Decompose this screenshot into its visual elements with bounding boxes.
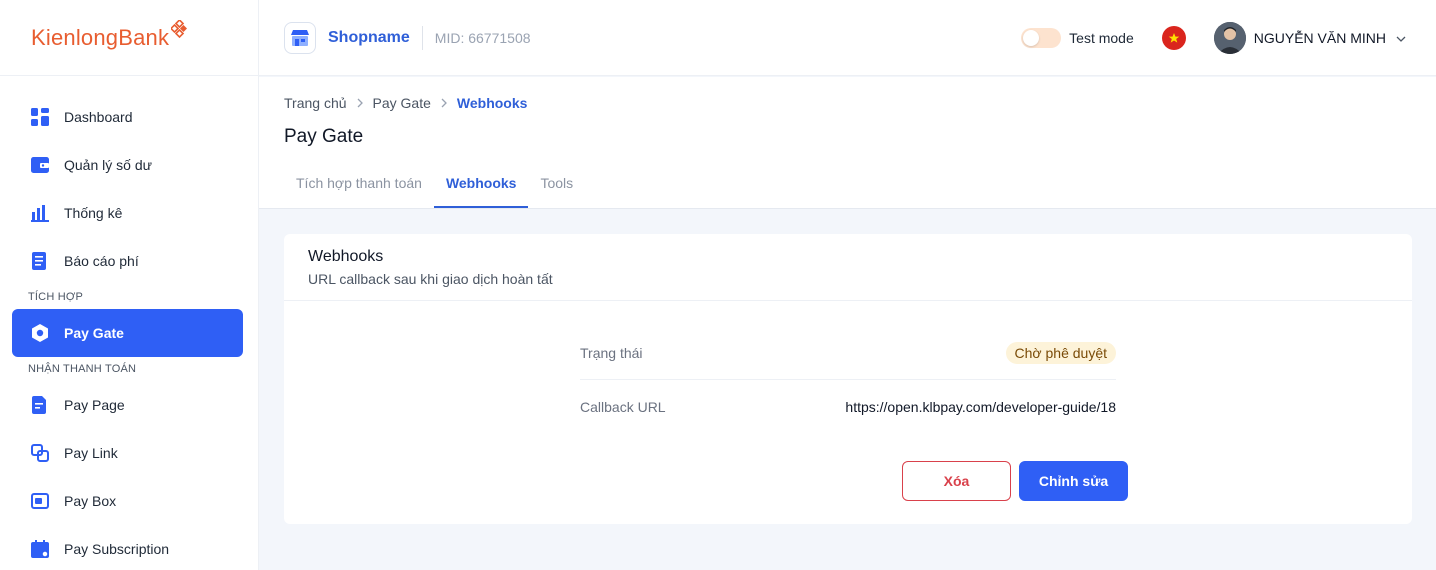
sidebar-section-payment: NHẬN THANH TOÁN: [28, 363, 137, 375]
gate-icon: [30, 323, 50, 343]
link-icon: [30, 443, 50, 463]
sidebar-item-dashboard[interactable]: Dashboard: [12, 93, 243, 141]
page-title: Pay Gate: [284, 126, 364, 147]
breadcrumb-pay-gate[interactable]: Pay Gate: [373, 95, 431, 111]
tab-bar: Tích hợp thanh toán Webhooks Tools: [284, 158, 585, 208]
test-mode-label: Test mode: [1069, 29, 1134, 46]
sidebar-item-label: Pay Subscription: [64, 541, 170, 557]
page-header: Trang chủ Pay Gate Webhooks Pay Gate Tíc…: [259, 77, 1436, 209]
sidebar-item-pay-link[interactable]: Pay Link: [12, 429, 243, 477]
breadcrumb-current: Webhooks: [456, 95, 528, 111]
calendar-icon: [30, 539, 50, 559]
sidebar-item-label: Báo cáo phí: [64, 253, 139, 269]
top-bar: Shopname MID: 66771508 Test mode NGUYỄN …: [259, 0, 1436, 76]
card-header: Webhooks URL callback sau khi giao dịch …: [284, 234, 1412, 301]
sidebar-item-label: Pay Gate: [64, 325, 124, 341]
sidebar-item-statistics[interactable]: Thống kê: [12, 189, 243, 237]
top-bar-right: Test mode NGUYỄN VĂN MINH: [1021, 21, 1436, 54]
webhooks-card: Webhooks URL callback sau khi giao dịch …: [284, 234, 1412, 524]
sidebar-item-label: Pay Box: [64, 493, 117, 509]
merchant-id: MID: 66771508: [434, 29, 531, 46]
user-name[interactable]: NGUYỄN VĂN MINH: [1254, 30, 1386, 46]
sidebar: KienlongBank Dashboard Quản lý số dư Thố…: [0, 0, 259, 570]
card-title: Webhooks: [308, 248, 384, 265]
breadcrumb-home[interactable]: Trang chủ: [284, 95, 347, 111]
brand-mark-icon: [171, 19, 188, 38]
chevron-down-icon[interactable]: [1396, 29, 1406, 47]
tab-integration[interactable]: Tích hợp thanh toán: [284, 158, 434, 208]
card-subtitle: URL callback sau khi giao dịch hoàn tất: [308, 271, 553, 287]
sidebar-item-pay-subscription[interactable]: Pay Subscription: [12, 525, 243, 570]
delete-button[interactable]: Xóa: [902, 461, 1011, 501]
sidebar-item-pay-box[interactable]: Pay Box: [12, 477, 243, 525]
sidebar-item-fee-report[interactable]: Báo cáo phí: [12, 237, 243, 285]
tab-webhooks[interactable]: Webhooks: [433, 158, 529, 208]
sidebar-item-balance[interactable]: Quản lý số dư: [12, 141, 243, 189]
status-row: Trạng thái Chờ phê duyệt: [580, 326, 1116, 380]
webhook-details: Trạng thái Chờ phê duyệt Callback URL ht…: [580, 326, 1116, 434]
toggle-knob: [1023, 29, 1040, 46]
bar-chart-icon: [30, 203, 50, 223]
status-label: Trạng thái: [580, 344, 643, 361]
sidebar-item-label: Dashboard: [64, 109, 133, 125]
page-icon: [30, 395, 50, 415]
sidebar-item-label: Pay Link: [64, 445, 118, 461]
callback-url-label: Callback URL: [580, 399, 666, 415]
edit-button[interactable]: Chỉnh sửa: [1019, 461, 1128, 501]
shop-name[interactable]: Shopname: [328, 29, 410, 47]
test-mode-toggle[interactable]: [1021, 27, 1062, 48]
box-icon: [30, 491, 50, 511]
vietnam-flag-icon[interactable]: [1161, 25, 1186, 50]
breadcrumb: Trang chủ Pay Gate Webhooks: [284, 95, 527, 111]
sidebar-item-label: Pay Page: [64, 397, 125, 413]
avatar[interactable]: [1213, 21, 1246, 54]
sidebar-item-label: Thống kê: [64, 205, 123, 221]
divider: [421, 25, 423, 50]
sidebar-item-pay-gate[interactable]: Pay Gate: [12, 309, 243, 357]
dashboard-icon: [30, 107, 50, 127]
sidebar-section-integration: TÍCH HỢP: [28, 291, 84, 303]
tab-tools[interactable]: Tools: [528, 158, 585, 208]
status-badge: Chờ phê duyệt: [1005, 341, 1116, 364]
sidebar-item-label: Quản lý số dư: [64, 157, 152, 173]
wallet-icon: [30, 155, 50, 175]
callback-url-value: https://open.klbpay.com/developer-guide/…: [845, 399, 1116, 415]
report-icon: [30, 251, 50, 271]
brand-logo-text: KienlongBank: [31, 24, 170, 50]
sidebar-item-pay-page[interactable]: Pay Page: [12, 381, 243, 429]
shop-icon: [284, 21, 316, 54]
brand-logo[interactable]: KienlongBank: [0, 0, 258, 76]
sidebar-nav: Dashboard Quản lý số dư Thống kê Báo cáo…: [0, 76, 258, 570]
card-actions: Xóa Chỉnh sửa: [902, 461, 1128, 501]
chevron-right-icon: [441, 98, 447, 108]
chevron-right-icon: [357, 98, 363, 108]
callback-url-row: Callback URL https://open.klbpay.com/dev…: [580, 380, 1116, 434]
